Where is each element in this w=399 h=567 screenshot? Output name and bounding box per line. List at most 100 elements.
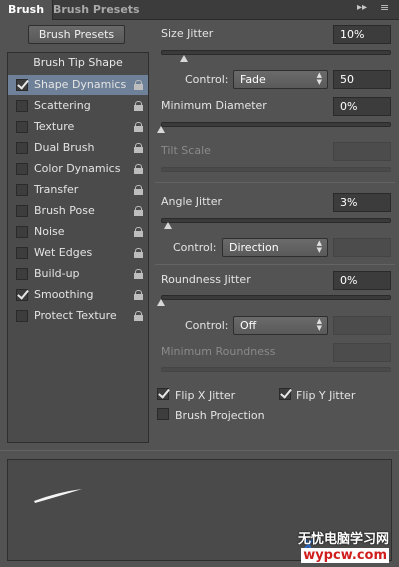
angle-control-field [333,238,391,257]
lock-icon[interactable] [134,122,143,132]
brush-pose-checkbox[interactable] [16,205,28,217]
angle-control-option: Direction [229,241,279,254]
watermark-line-2: wypcw.com [301,548,389,563]
angle-control-select[interactable]: Direction ▲ ▼ [222,238,328,257]
lock-icon[interactable] [134,101,143,111]
brush-projection-checkbox[interactable] [157,408,169,420]
roundness-control-select[interactable]: Off ▲ ▼ [233,316,328,335]
angle-jitter-field[interactable]: 3% [333,193,391,212]
tilt-scale-field [333,142,391,161]
minimum-diameter-field[interactable]: 0% [333,97,391,116]
select-arrows-icon: ▲ ▼ [316,317,322,332]
lock-icon[interactable] [134,143,143,153]
divider [155,182,395,183]
brush-presets-button[interactable]: Brush Presets [28,25,125,44]
divider [155,264,395,265]
list-item-noise[interactable]: Noise [8,222,148,242]
lock-icon[interactable] [134,164,143,174]
color-dynamics-label: Color Dynamics [34,162,121,175]
list-item-dual-brush[interactable]: Dual Brush [8,138,148,158]
scattering-checkbox[interactable] [16,100,28,112]
roundness-jitter-slider[interactable] [161,295,391,300]
size-control-label: Control: [185,73,229,86]
texture-checkbox[interactable] [16,121,28,133]
roundness-control-option: Off [240,319,257,332]
wet-edges-label: Wet Edges [34,246,93,259]
collapse-icon[interactable]: ▸▸ [357,2,367,13]
list-item-scattering[interactable]: Scattering [8,96,148,116]
roundness-jitter-label: Roundness Jitter [161,273,251,286]
tab-bar: Brush Brush Presets ▸▸ ≡ [0,0,399,20]
minimum-diameter-slider[interactable] [161,122,391,127]
minimum-diameter-label: Minimum Diameter [161,99,267,112]
tilt-scale-slider [161,167,391,172]
list-item-build-up[interactable]: Build-up [8,264,148,284]
size-control-select[interactable]: Fade ▲ ▼ [233,70,328,89]
brush-tip-shape-item[interactable]: Brush Tip Shape [8,53,148,72]
build-up-label: Build-up [34,267,80,280]
angle-jitter-slider[interactable] [161,218,391,223]
list-item-shape-dynamics[interactable]: Shape Dynamics [8,75,148,95]
noise-checkbox[interactable] [16,226,28,238]
protect-texture-label: Protect Texture [34,309,117,322]
select-arrows-icon: ▲ ▼ [316,239,322,254]
brush-pose-label: Brush Pose [34,204,95,217]
flip-x-jitter-label: Flip X Jitter [175,389,236,402]
angle-jitter-label: Angle Jitter [161,195,223,208]
smoothing-checkbox[interactable] [16,289,28,301]
minimum-diameter-thumb[interactable] [157,126,165,133]
noise-label: Noise [34,225,65,238]
angle-control-label: Control: [173,241,217,254]
roundness-control-label: Control: [185,319,229,332]
transfer-label: Transfer [34,183,79,196]
smoothing-label: Smoothing [34,288,94,301]
angle-jitter-thumb[interactable] [164,222,172,229]
flip-y-jitter-checkbox[interactable] [279,388,291,400]
watermark-line-1: 无忧电脑学习网 [297,532,389,547]
lock-icon[interactable] [134,248,143,258]
lock-icon[interactable] [134,80,143,90]
list-item-protect-texture[interactable]: Protect Texture [8,306,148,326]
size-jitter-slider[interactable] [161,50,391,55]
lock-icon[interactable] [134,269,143,279]
color-dynamics-checkbox[interactable] [16,163,28,175]
lock-icon[interactable] [134,185,143,195]
fade-steps-field[interactable]: 50 [333,70,391,89]
lock-icon[interactable] [134,290,143,300]
list-item-wet-edges[interactable]: Wet Edges [8,243,148,263]
size-jitter-label: Size Jitter [161,27,214,40]
size-jitter-field[interactable]: 10% [333,25,391,44]
brush-settings-list: Brush Tip Shape Shape Dynamics Scattering… [7,52,149,443]
protect-texture-checkbox[interactable] [16,310,28,322]
scattering-label: Scattering [34,99,91,112]
minimum-roundness-label: Minimum Roundness [161,345,276,358]
tab-brush-presets[interactable]: Brush Presets [45,0,148,20]
size-jitter-thumb[interactable] [180,55,188,62]
watermark: 无忧电脑学习网 wypcw.com [298,528,389,563]
list-item-color-dynamics[interactable]: Color Dynamics [8,159,148,179]
dual-brush-checkbox[interactable] [16,142,28,154]
list-item-texture[interactable]: Texture [8,117,148,137]
select-arrows-icon: ▲ ▼ [316,71,322,86]
transfer-checkbox[interactable] [16,184,28,196]
flip-y-jitter-label: Flip Y Jitter [296,389,356,402]
texture-label: Texture [34,120,75,133]
size-control-option: Fade [240,73,266,86]
roundness-jitter-thumb[interactable] [157,299,165,306]
build-up-checkbox[interactable] [16,268,28,280]
panel-menu-icon[interactable]: ≡ [380,1,389,14]
list-item-smoothing[interactable]: Smoothing [8,285,148,305]
minimum-roundness-field [333,343,391,362]
lock-icon[interactable] [134,311,143,321]
lock-icon[interactable] [134,227,143,237]
list-item-transfer[interactable]: Transfer [8,180,148,200]
roundness-jitter-field[interactable]: 0% [333,271,391,290]
dual-brush-label: Dual Brush [34,141,95,154]
wet-edges-checkbox[interactable] [16,247,28,259]
brush-projection-label: Brush Projection [175,409,265,422]
list-item-brush-pose[interactable]: Brush Pose [8,201,148,221]
shape-dynamics-checkbox[interactable] [16,79,28,91]
lock-icon[interactable] [134,206,143,216]
divider [0,450,399,451]
flip-x-jitter-checkbox[interactable] [157,388,169,400]
